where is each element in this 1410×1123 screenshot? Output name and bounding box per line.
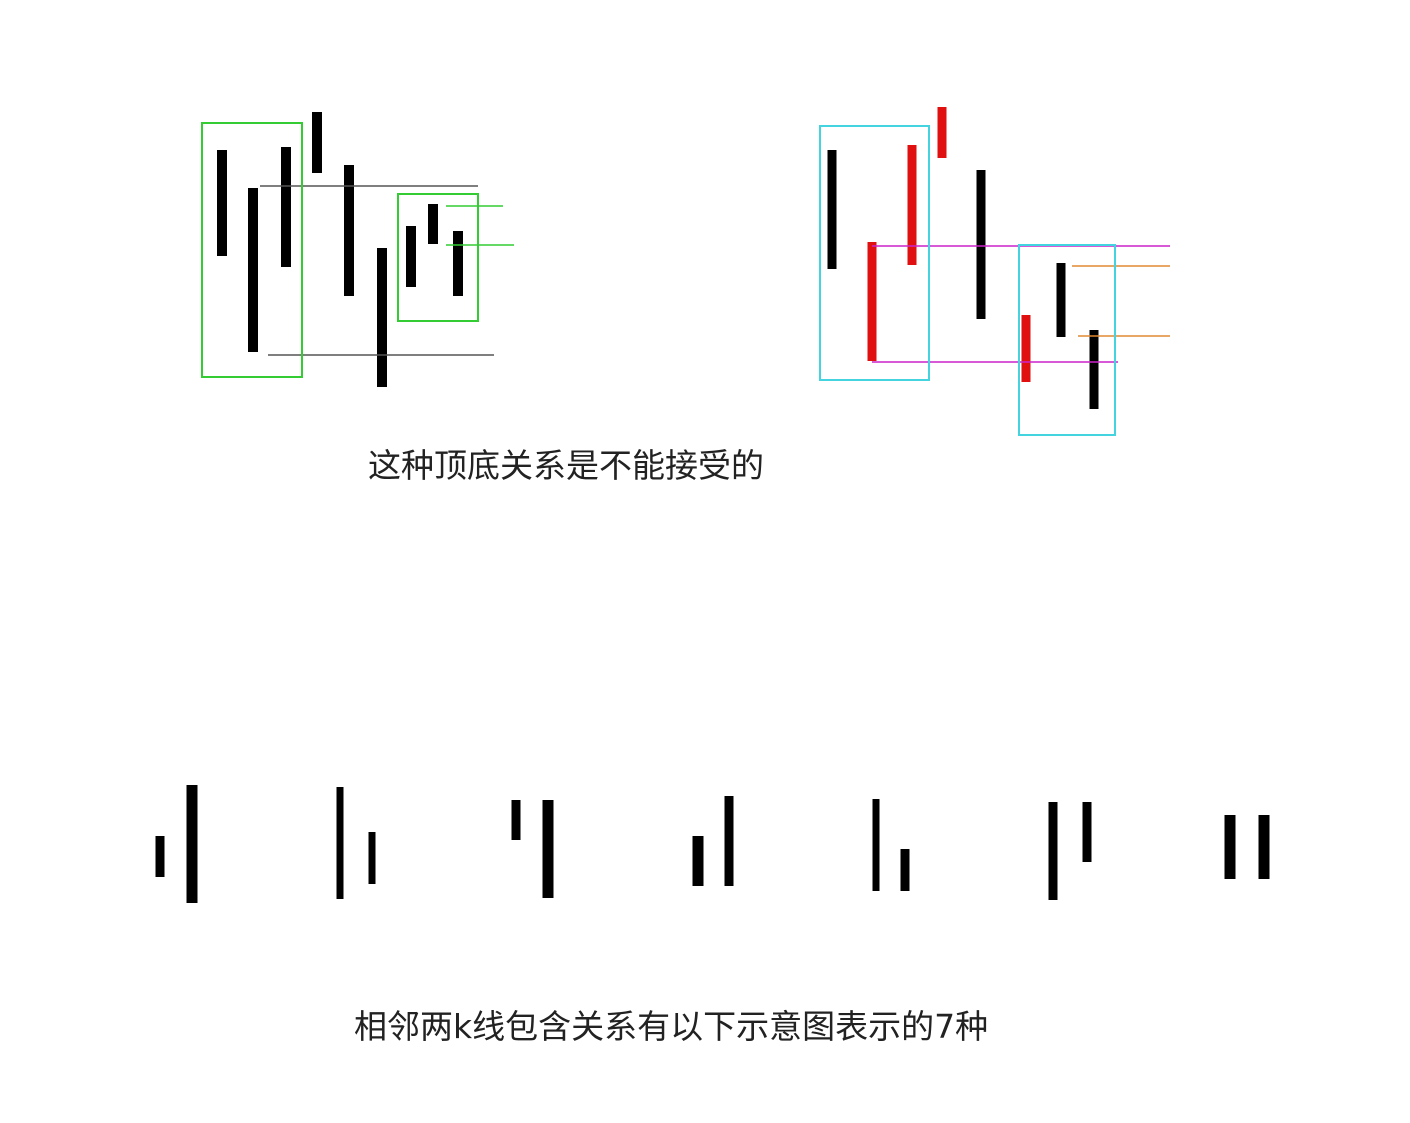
inclusion-case-1 xyxy=(155,785,198,903)
case-3-bar-1 xyxy=(511,800,521,840)
case-5-bar-2 xyxy=(900,849,910,891)
inclusion-case-2 xyxy=(336,787,376,899)
inclusion-case-3 xyxy=(511,800,554,898)
inclusion-case-4 xyxy=(692,796,734,886)
case-7-bar-1 xyxy=(1224,815,1236,879)
case-4-bar-1 xyxy=(692,836,704,886)
inclusion-cases-row xyxy=(155,785,1270,903)
left-bar-5 xyxy=(344,165,354,296)
right-bar-8 xyxy=(1089,330,1099,409)
left-bar-3 xyxy=(281,147,291,267)
left-bar-7 xyxy=(406,226,416,287)
case-6-bar-1 xyxy=(1048,802,1058,900)
caption-seven-inclusion-cases: 相邻两k线包含关系有以下示意图表示的7种 xyxy=(354,1007,989,1046)
case-2-bar-1 xyxy=(336,787,344,899)
case-5-bar-1 xyxy=(872,799,880,891)
case-3-bar-2 xyxy=(542,800,554,898)
right-bar-2 xyxy=(867,242,877,361)
candlestick-diagram xyxy=(155,107,1270,903)
right-bar-6 xyxy=(1021,315,1031,382)
inclusion-case-6 xyxy=(1048,802,1092,900)
left-bar-8 xyxy=(428,204,438,244)
right-cyan-box-small xyxy=(1018,244,1116,436)
case-2-bar-2 xyxy=(368,832,376,884)
right-bar-4 xyxy=(937,107,947,158)
right-bar-7 xyxy=(1056,263,1066,337)
case-1-bar-2 xyxy=(186,785,198,903)
caption-unacceptable-top-bottom: 这种顶底关系是不能接受的 xyxy=(368,446,764,485)
case-6-bar-2 xyxy=(1082,802,1092,862)
left-bar-6 xyxy=(377,248,387,387)
right-bar-3 xyxy=(907,145,917,265)
case-4-bar-2 xyxy=(724,796,734,886)
right-bar-1 xyxy=(827,150,837,269)
case-7-bar-2 xyxy=(1258,815,1270,879)
left-bar-1 xyxy=(217,150,227,256)
left-bar-4 xyxy=(312,112,322,173)
right-bar-5 xyxy=(976,170,986,319)
left-bar-2 xyxy=(248,188,258,352)
case-1-bar-1 xyxy=(155,836,165,877)
inclusion-case-7 xyxy=(1224,815,1270,879)
left-bar-9 xyxy=(453,231,463,296)
right-panel xyxy=(819,107,1170,436)
left-panel xyxy=(201,112,514,387)
inclusion-case-5 xyxy=(872,799,910,891)
